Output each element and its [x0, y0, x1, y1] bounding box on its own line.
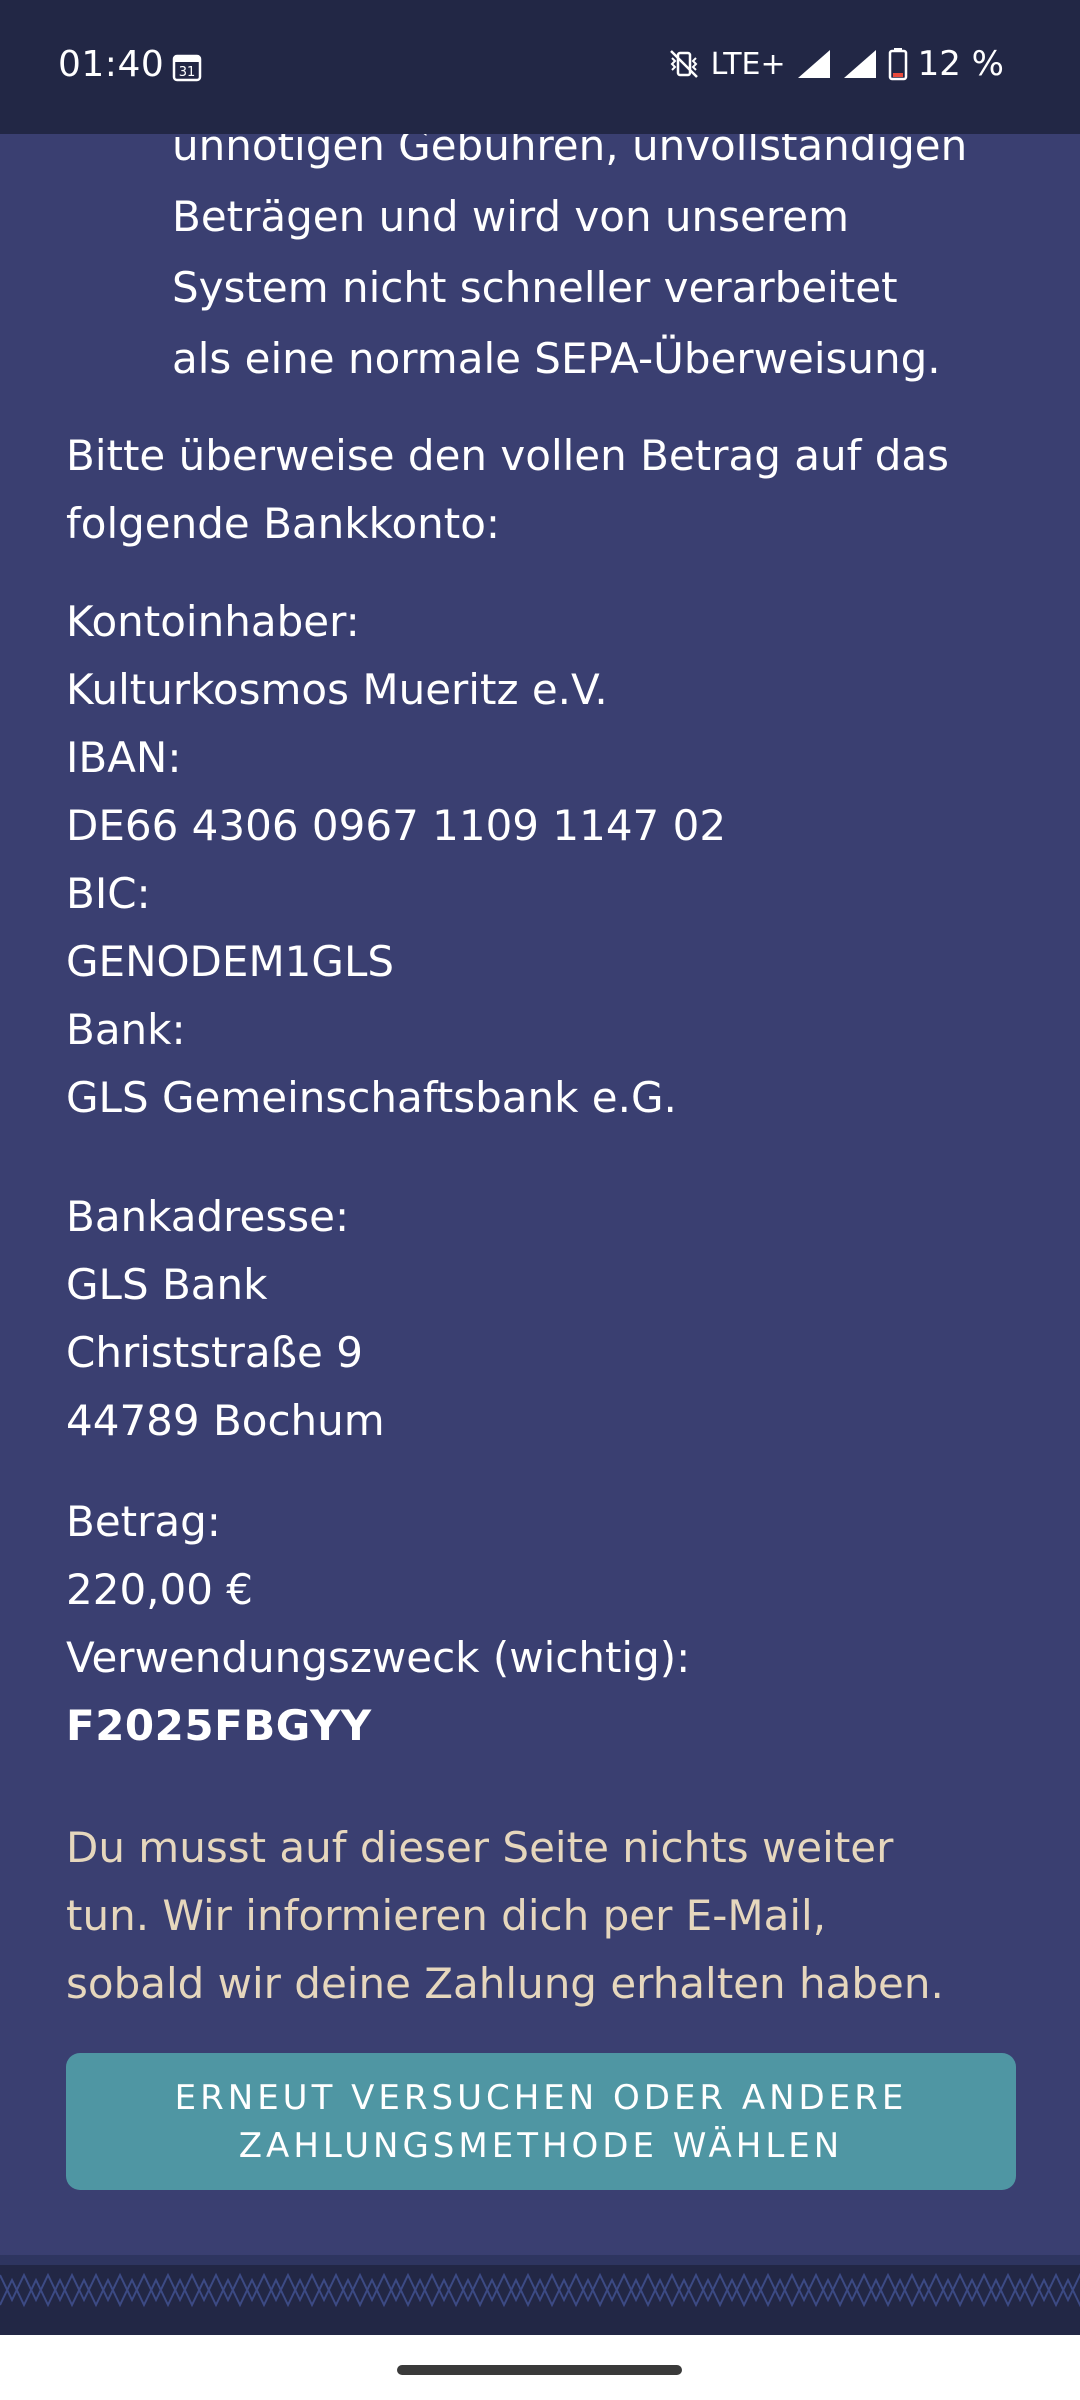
bank-address-label: Bankadresse:: [66, 1192, 350, 1241]
sepa-warning-text: unnötigen Gebühren, unvollständigen Betr…: [172, 110, 1032, 394]
bank-address: Bankadresse: GLS Bank Christstraße 9 447…: [66, 1183, 1026, 1455]
reference-code[interactable]: F2025FBGYY: [66, 1692, 1026, 1760]
status-indicators: LTE+ 12 %: [667, 44, 1004, 84]
account-holder-label: Kontoinhaber:: [66, 597, 360, 646]
amount-label: Betrag:: [66, 1497, 221, 1546]
battery-level: 12 %: [917, 44, 1004, 84]
signal-icon: [797, 50, 830, 78]
payment-summary: Betrag: 220,00 € Verwendungszweck (wicht…: [66, 1488, 1026, 1760]
warning-line: Beträgen und wird von unserem: [172, 192, 849, 241]
bank-label: Bank:: [66, 1005, 186, 1054]
notice-line: tun. Wir informieren dich per E-Mail,: [66, 1891, 827, 1940]
payment-instructions: unnötigen Gebühren, unvollständigen Betr…: [0, 0, 1080, 2255]
battery-icon: [888, 48, 907, 81]
navigation-bar: [0, 2335, 1080, 2400]
bank-address-line: GLS Bank: [66, 1260, 268, 1309]
payment-notice: Du musst auf dieser Seite nichts weiter …: [66, 1814, 1026, 2018]
button-label-line: ERNEUT VERSUCHEN ODER ANDERE: [174, 2077, 908, 2118]
footer-pattern: [0, 2255, 1080, 2335]
iban-label: IBAN:: [66, 733, 182, 782]
calendar-day: 31: [179, 65, 196, 80]
warning-line: als eine normale SEPA-Überweisung.: [172, 334, 941, 383]
retry-or-change-payment-button[interactable]: ERNEUT VERSUCHEN ODER ANDERE ZAHLUNGSMET…: [66, 2053, 1016, 2190]
calendar-icon: 31: [172, 54, 202, 82]
bic-value[interactable]: GENODEM1GLS: [66, 928, 1026, 996]
status-time: 01:40: [58, 44, 165, 85]
network-type: LTE+: [710, 46, 786, 82]
iban-value[interactable]: DE66 4306 0967 1109 1147 02: [66, 792, 1026, 860]
bank-address-line: 44789 Bochum: [66, 1396, 385, 1445]
transfer-intro: Bitte überweise den vollen Betrag auf da…: [66, 422, 1026, 558]
amount-value: 220,00 €: [66, 1565, 254, 1614]
bank-value: GLS Gemeinschaftsbank e.G.: [66, 1073, 677, 1122]
intro-line: folgende Bankkonto:: [66, 499, 501, 548]
signal-icon-2: [843, 50, 876, 78]
status-bar: 01:40 31 LTE+ 12 %: [0, 0, 1080, 134]
button-label-line: ZAHLUNGSMETHODE WÄHLEN: [238, 2125, 844, 2166]
notice-line: sobald wir deine Zahlung erhalten haben.: [66, 1959, 944, 2008]
home-gesture-handle[interactable]: [397, 2365, 682, 2375]
reference-label: Verwendungszweck (wichtig):: [66, 1633, 691, 1682]
notice-line: Du musst auf dieser Seite nichts weiter: [66, 1823, 894, 1872]
bic-label: BIC:: [66, 869, 151, 918]
bank-details: Kontoinhaber: Kulturkosmos Mueritz e.V. …: [66, 588, 1026, 1132]
account-holder-value: Kulturkosmos Mueritz e.V.: [66, 665, 608, 714]
vibrate-off-icon: [669, 50, 698, 78]
intro-line: Bitte überweise den vollen Betrag auf da…: [66, 431, 950, 480]
warning-line: System nicht schneller verarbeitet: [172, 263, 898, 312]
bank-address-line: Christstraße 9: [66, 1328, 363, 1377]
